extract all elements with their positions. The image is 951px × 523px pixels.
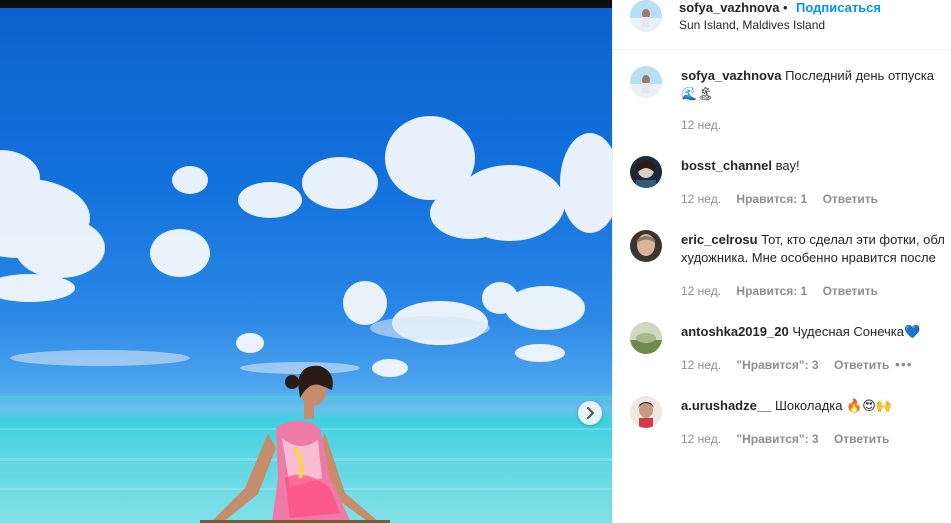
comment-meta: 12 нед. "Нравится": 3 Ответить [681,358,901,372]
next-photo-button[interactable] [578,401,602,425]
caption-text: sofya_vazhnova Последний день отпуска 🌊🏝 [681,67,934,103]
comment-meta: 12 нед. Нравится: 1 Ответить [681,192,890,206]
comment-text: eric_celrosu Тот, кто сделал эти фотки, … [681,231,945,267]
caption-meta: 12 нед. [681,118,733,132]
reply-button[interactable]: Ответить [834,432,889,446]
comment-username[interactable]: bosst_channel [681,158,772,173]
comment-likes[interactable]: "Нравится": 3 [736,432,818,446]
comment-meta: 12 нед. "Нравится": 3 Ответить [681,432,901,446]
comment-body: Тот, кто сделал эти фотки, обл [761,232,945,247]
comment-meta: 12 нед. Нравится: 1 Ответить [681,284,890,298]
avatar[interactable] [630,66,662,98]
more-options-icon[interactable]: ••• [895,356,913,372]
caption-emoji: 🌊🏝 [681,86,714,101]
caption-body: Последний день отпуска [785,68,934,83]
comment-time[interactable]: 12 нед. [681,358,721,372]
comment-time[interactable]: 12 нед. [681,284,721,298]
comment-likes[interactable]: Нравится: 1 [736,284,807,298]
avatar[interactable] [630,0,662,32]
avatar[interactable] [630,230,662,262]
beach-scene-image [0,116,612,523]
comment-username[interactable]: a.urushadze__ [681,398,771,413]
post-header: sofya_vazhnova • Подписаться Sun Island,… [613,0,951,50]
post-photo[interactable] [0,8,612,523]
post-username[interactable]: sofya_vazhnova [679,0,779,15]
top-dark-bar [0,0,612,8]
avatar[interactable] [630,322,662,354]
reply-button[interactable]: Ответить [823,284,878,298]
chevron-right-icon [587,407,594,419]
comment-body: Чудесная Сонечка💙 [792,324,921,339]
comment-likes[interactable]: "Нравится": 3 [736,358,818,372]
avatar[interactable] [630,396,662,428]
comment-username[interactable]: eric_celrosu [681,232,758,247]
comment-likes[interactable]: Нравится: 1 [736,192,807,206]
follow-button[interactable]: Подписаться [796,0,881,15]
comment-body: вау! [775,158,800,173]
comment-text: antoshka2019_20 Чудесная Сонечка💙 [681,323,920,341]
separator-dot: • [783,0,788,15]
comment-text: a.urushadze__ Шоколадка 🔥😍🙌 [681,397,892,415]
location-link[interactable]: Sun Island, Maldives Island [679,18,825,32]
comment-username[interactable]: antoshka2019_20 [681,324,789,339]
reply-button[interactable]: Ответить [834,358,889,372]
comment-body: Шоколадка 🔥😍🙌 [774,398,893,413]
caption-username[interactable]: sofya_vazhnova [681,68,781,83]
comment-text: bosst_channel вау! [681,157,800,175]
comment-body-line2: художника. Мне особенно нравится после [681,250,936,265]
post-sidebar: sofya_vazhnova • Подписаться Sun Island,… [612,0,951,523]
caption-time[interactable]: 12 нед. [681,118,721,132]
reply-button[interactable]: Ответить [823,192,878,206]
comment-time[interactable]: 12 нед. [681,192,721,206]
avatar[interactable] [630,156,662,188]
comment-time[interactable]: 12 нед. [681,432,721,446]
